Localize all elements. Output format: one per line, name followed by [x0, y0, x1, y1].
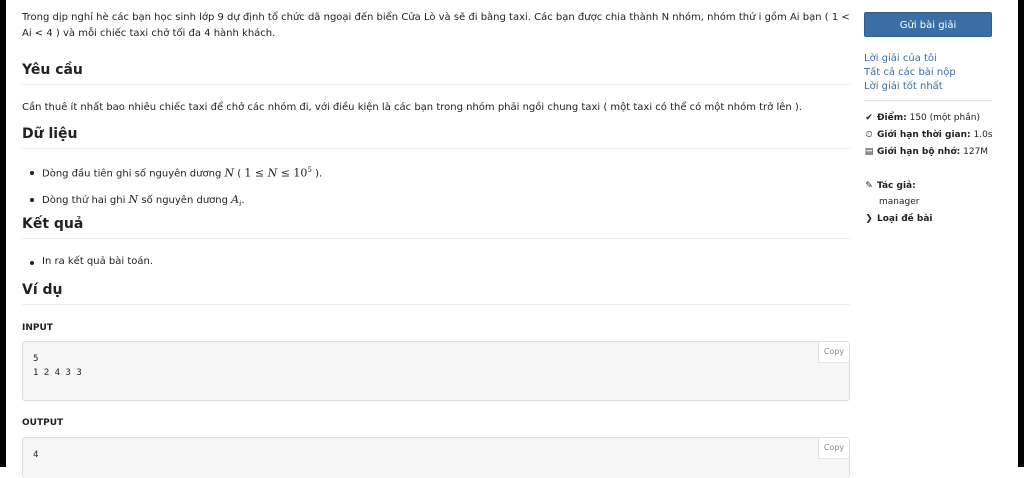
list-item: Dòng thứ hai ghi N số nguyên dương Ai. — [22, 193, 322, 208]
copy-input-button[interactable]: Copy — [818, 342, 849, 363]
input-label: INPUT — [22, 323, 53, 333]
clock-icon: ⏲ — [865, 130, 873, 140]
output-label: OUTPUT — [22, 418, 64, 428]
best-solutions-link[interactable]: Lời giải tốt nhất — [864, 80, 992, 94]
copy-output-button[interactable]: Copy — [818, 438, 849, 459]
input-data-list: Dòng đầu tiên ghi số nguyên dương N ( 1 … — [22, 166, 322, 222]
input-code[interactable]: 5 1 2 4 3 3 — [23, 342, 849, 390]
solution-links: Lời giải của tôi Tất cả các bài nộp Lời … — [864, 52, 992, 101]
problem-intro: Trong dịp nghỉ hè các bạn học sinh lớp 9… — [22, 12, 850, 39]
list-item: Dòng đầu tiên ghi số nguyên dương N ( 1 … — [22, 166, 322, 179]
memory-limit-row: ▤ Giới hạn bộ nhớ: 127M — [864, 144, 992, 161]
example-heading: Ví dụ — [22, 282, 850, 305]
problem-type-toggle[interactable]: ❯ Loại đề bài — [864, 214, 932, 224]
input-data-heading: Dữ liệu — [22, 126, 850, 149]
author-label: Tác giả: — [877, 181, 916, 191]
result-list: In ra kết quả bài toán. — [22, 256, 153, 267]
check-icon: ✔ — [865, 113, 873, 123]
right-frame-edge — [1018, 0, 1024, 467]
left-frame-edge — [0, 0, 6, 467]
my-solutions-link[interactable]: Lời giải của tôi — [864, 52, 992, 66]
problem-content: Trong dịp nghỉ hè các bạn học sinh lớp 9… — [22, 10, 850, 478]
time-limit-row: ⏲ Giới hạn thời gian: 1.0s — [864, 127, 992, 144]
edit-icon: ✎ — [865, 181, 873, 191]
requirement-heading: Yêu cầu — [22, 62, 850, 85]
points-row: ✔ Điểm: 150 (một phần) — [864, 110, 992, 127]
author-name[interactable]: manager — [864, 195, 992, 209]
result-heading: Kết quả — [22, 216, 850, 239]
author-section: ✎ Tác giả: manager — [864, 178, 992, 209]
input-code-block[interactable]: 5 1 2 4 3 3 Copy — [22, 341, 850, 401]
sidebar: Gửi bài giải Lời giải của tôi Tất cả các… — [864, 12, 993, 224]
server-icon: ▤ — [864, 147, 874, 157]
list-item: In ra kết quả bài toán. — [22, 256, 153, 267]
requirement-text: Cần thuê ít nhất bao nhiêu chiếc taxi để… — [22, 102, 802, 113]
submit-solution-button[interactable]: Gửi bài giải — [864, 12, 992, 37]
all-submissions-link[interactable]: Tất cả các bài nộp — [864, 66, 992, 80]
output-code-block[interactable]: 4 Copy — [22, 437, 850, 478]
chevron-right-icon: ❯ — [865, 214, 873, 224]
problem-info: ✔ Điểm: 150 (một phần) ⏲ Giới hạn thời gia… — [864, 110, 993, 161]
